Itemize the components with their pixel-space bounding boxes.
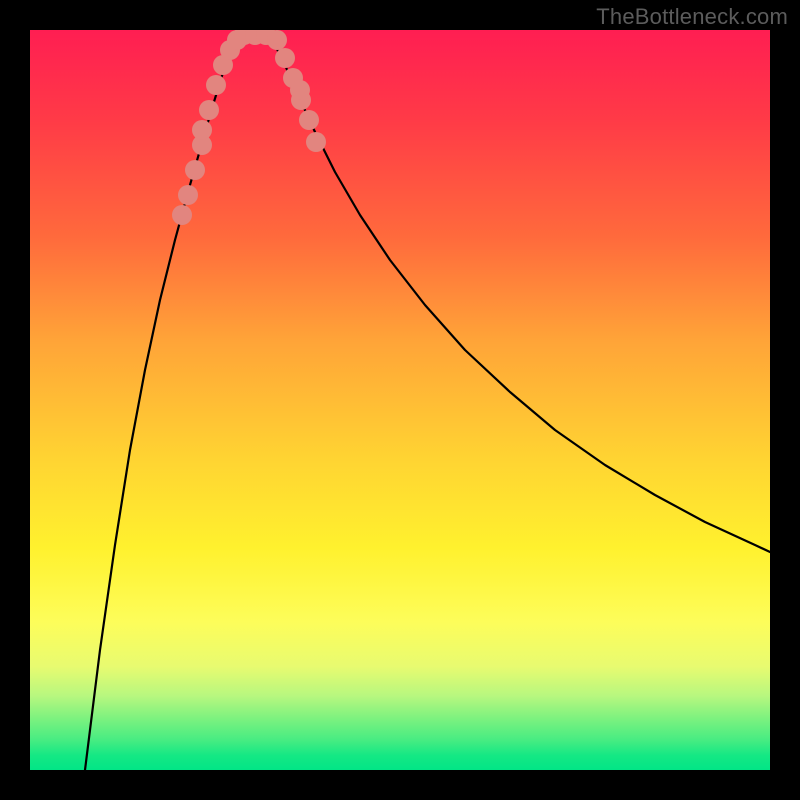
scatter-dot [290,80,310,100]
scatter-dot [199,100,219,120]
scatter-dot [178,185,198,205]
curve-right-branch [268,35,770,552]
curve-left-branch [85,35,241,770]
scatter-dot [267,30,287,50]
scatter-dot [306,132,326,152]
scatter-dot [172,205,192,225]
plot-area [30,30,770,770]
scatter-dot [299,110,319,130]
watermark-label: TheBottleneck.com [596,4,788,30]
scatter-dot [185,160,205,180]
chart-svg [30,30,770,770]
scatter-dot [192,120,212,140]
scatter-dot [275,48,295,68]
scatter-dot [206,75,226,95]
scatter-dots [172,30,326,225]
